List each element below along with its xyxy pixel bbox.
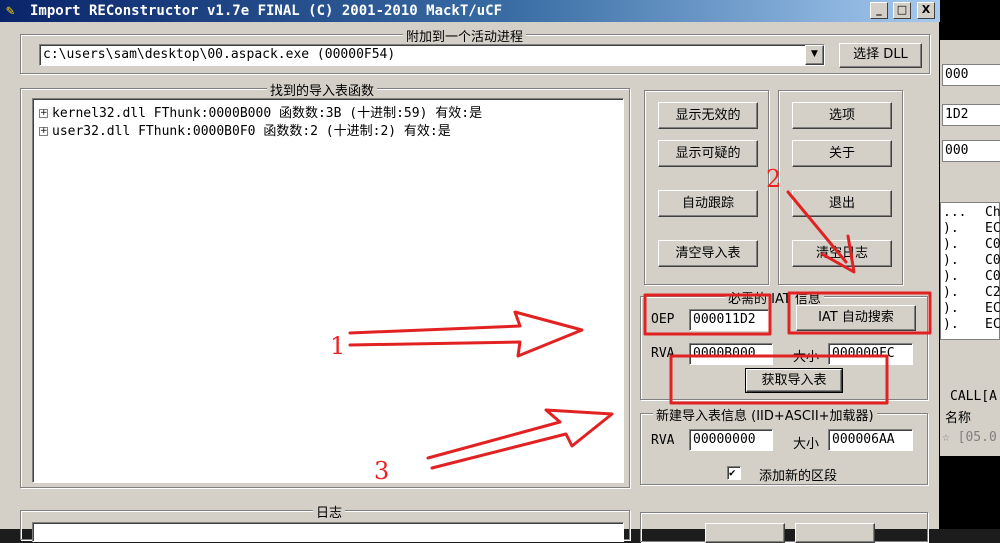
background-cell: C0 — [985, 269, 1000, 284]
background-cell: ). — [943, 253, 959, 268]
import-reconstructor-window: ✎ Import REConstructor v1.7e FINAL (C) 2… — [0, 0, 940, 543]
arrow-three — [786, 190, 856, 274]
background-cell: ). — [943, 269, 959, 284]
auto-search-highlight-box — [787, 291, 932, 335]
background-cell: EC — [985, 301, 1000, 316]
background-field-1: 000 — [942, 64, 1000, 86]
background-list: ... Ch ). EC ). C0 ). C0 ). C0 ). C2 ). … — [940, 202, 1000, 340]
background-cell: EC — [985, 317, 1000, 332]
background-cell: EC — [985, 221, 1000, 236]
background-titlebar — [940, 0, 1000, 40]
background-cell: ). — [943, 285, 959, 300]
arrow-two — [426, 408, 614, 470]
background-cell: C0 — [985, 237, 1000, 252]
background-date-text: ☆ [05.0 — [942, 430, 997, 445]
background-window: 000 1D2 000 ... Ch ). EC ). C0 ). C0 ). … — [940, 0, 1000, 529]
background-field-3: 000 — [942, 140, 1000, 162]
get-imports-highlight-box — [669, 354, 889, 405]
background-field-2: 1D2 — [942, 104, 1000, 126]
background-cell: ). — [943, 301, 959, 316]
annotation-number-2: 2 — [766, 165, 782, 193]
background-cell: ). — [943, 237, 959, 252]
oep-highlight-box — [643, 293, 772, 336]
arrow-one — [348, 310, 584, 358]
background-call-text: CALL[A — [950, 389, 997, 404]
annotation-layer — [348, 190, 932, 470]
background-cell: ). — [943, 221, 959, 236]
background-cell: C0 — [985, 253, 1000, 268]
annotation-number-3: 3 — [374, 457, 390, 485]
background-cell: ). — [943, 317, 959, 332]
annotation-number-1: 1 — [330, 332, 346, 360]
background-col-header-a: ... — [943, 205, 967, 220]
background-col-header-b: Ch — [985, 205, 1000, 220]
background-dark-area — [940, 456, 1000, 529]
background-name-text: 名称 — [945, 411, 972, 426]
background-cell: C2 — [985, 285, 1000, 300]
